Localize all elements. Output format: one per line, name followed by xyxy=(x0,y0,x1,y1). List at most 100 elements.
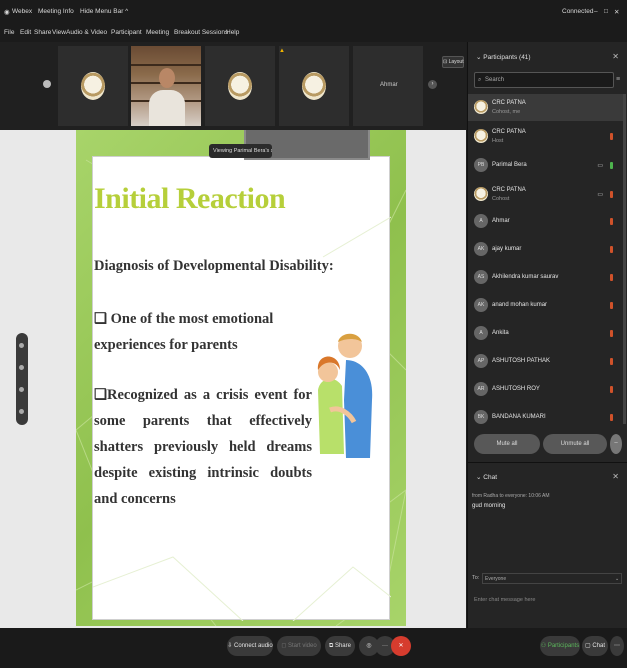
participant-name: CRC PATNA xyxy=(492,129,526,135)
search-icon: ⌕ xyxy=(478,77,482,83)
participant-row[interactable]: PB Parimal Bera ▭ xyxy=(468,152,623,179)
connect-audio-label: Connect audio xyxy=(234,643,273,649)
title-bar: ◉ Webex Meeting Info Hide Menu Bar ^ Con… xyxy=(0,0,627,26)
participant-role: Cohost xyxy=(492,196,510,202)
participant-row[interactable]: A Ahmar xyxy=(468,208,623,235)
participant-row[interactable]: CRC PATNA Cohost, me xyxy=(468,94,623,121)
mic-muted-icon[interactable] xyxy=(610,246,613,253)
participant-row[interactable]: CRC PATNA Host xyxy=(468,123,623,150)
crc-logo-icon xyxy=(228,72,252,100)
mic-muted-icon[interactable] xyxy=(610,191,613,198)
sort-icon[interactable]: ≡ xyxy=(616,76,620,83)
chat-to-label: To: xyxy=(472,575,480,581)
close-participants-icon[interactable]: ✕ xyxy=(612,52,619,61)
participants-search-input[interactable]: ⌕ Search xyxy=(474,72,614,88)
share-label: Share xyxy=(334,643,351,649)
mic-muted-icon[interactable] xyxy=(610,358,613,365)
video-tile[interactable] xyxy=(205,46,275,126)
menu-view[interactable]: View xyxy=(52,29,66,36)
video-tile[interactable]: ▲ xyxy=(279,46,349,126)
participants-header[interactable]: ⌄ Participants (41) xyxy=(476,53,531,61)
participants-scrollbar[interactable] xyxy=(623,94,626,424)
close-window-button[interactable]: ✕ xyxy=(614,8,619,16)
avatar xyxy=(474,187,488,201)
mute-all-button[interactable]: Mute all xyxy=(474,434,540,454)
chat-header[interactable]: ⌄ Chat xyxy=(476,473,497,481)
avatar xyxy=(474,100,488,114)
maximize-button[interactable]: □ xyxy=(604,8,608,15)
slide-title: Initial Reaction xyxy=(94,182,286,215)
slide-subtitle: Diagnosis of Developmental Disability: xyxy=(94,258,334,274)
participants-toggle-button[interactable]: ⚇ Participants xyxy=(540,636,580,656)
menu-edit[interactable]: Edit xyxy=(20,29,31,36)
video-tile[interactable] xyxy=(58,46,128,126)
mic-muted-icon[interactable] xyxy=(610,274,613,281)
crc-logo-icon xyxy=(302,72,326,100)
participant-name: Parimal Bera xyxy=(492,162,527,168)
avatar: AS xyxy=(474,270,488,284)
leave-meeting-icon[interactable]: ✕ xyxy=(391,636,411,656)
warning-icon: ▲ xyxy=(279,48,285,54)
menu-share[interactable]: Share xyxy=(34,29,51,36)
chat-recipient-select[interactable]: Everyone ⌄ xyxy=(482,573,622,584)
start-video-button[interactable]: ◻ Start video xyxy=(277,636,321,656)
meeting-info-button[interactable]: Meeting Info xyxy=(38,8,74,15)
participant-row[interactable]: AK anand mohan kumar xyxy=(468,292,623,319)
menu-bar: File Edit Share View Audio & Video Parti… xyxy=(0,26,627,42)
side-control-dot[interactable] xyxy=(19,365,24,370)
strip-scroll-left-button[interactable] xyxy=(43,80,51,88)
side-control-dot[interactable] xyxy=(19,387,24,392)
webex-logo-icon: ◉ xyxy=(4,9,10,16)
participant-row[interactable]: CRC PATNA Cohost ▭ xyxy=(468,181,623,208)
mic-muted-icon[interactable] xyxy=(610,386,613,393)
menu-help[interactable]: Help xyxy=(226,29,239,36)
avatar: PB xyxy=(474,158,488,172)
hide-menu-bar-button[interactable]: Hide Menu Bar ^ xyxy=(80,8,128,15)
more-panels-icon[interactable]: ⋯ xyxy=(610,636,624,656)
menu-participant[interactable]: Participant xyxy=(111,29,142,36)
strip-scroll-right-button[interactable]: › xyxy=(428,80,437,89)
unmute-all-button[interactable]: Unmute all xyxy=(543,434,607,454)
menu-meeting[interactable]: Meeting xyxy=(146,29,169,36)
mic-muted-icon[interactable] xyxy=(610,218,613,225)
video-tile-name[interactable]: Ahmar xyxy=(353,46,423,126)
participant-name: ASHUTOSH PATHAK xyxy=(492,358,551,364)
participant-name: anand mohan kumar xyxy=(492,302,548,308)
participant-row[interactable]: A Ankita xyxy=(468,320,623,347)
chat-toggle-button[interactable]: ▢ Chat xyxy=(582,636,608,656)
participant-row[interactable]: AK ajay kumar xyxy=(468,236,623,263)
mic-muted-icon[interactable] xyxy=(610,133,613,140)
close-chat-icon[interactable]: ✕ xyxy=(612,472,619,481)
participant-row[interactable]: BK BANDANA KUMARI xyxy=(468,404,623,431)
participant-row[interactable]: AP ASHUTOSH PATHAK xyxy=(468,348,623,375)
mic-muted-icon[interactable] xyxy=(610,330,613,337)
participant-row[interactable]: AR ASHUTOSH ROY xyxy=(468,376,623,403)
participant-name: Akhilendra kumar saurav xyxy=(492,274,559,280)
participants-header-label: Participants (41) xyxy=(483,54,531,61)
share-button[interactable]: ⧉ Share xyxy=(325,636,355,656)
menu-breakout-sessions[interactable]: Breakout Sessions xyxy=(174,29,228,36)
more-options-icon[interactable]: – xyxy=(610,434,622,454)
chat-toggle-label: Chat xyxy=(592,643,606,649)
viewing-tooltip: Viewing Parimal Bera's scre... xyxy=(209,144,272,158)
mic-muted-icon[interactable] xyxy=(610,302,613,309)
layout-label: Layout xyxy=(448,59,464,65)
app-title: Webex xyxy=(12,8,33,15)
connection-status[interactable]: Connected xyxy=(562,8,593,15)
mic-on-icon[interactable] xyxy=(610,162,613,169)
connect-audio-button[interactable]: ⇩ Connect audio xyxy=(227,636,273,656)
layout-button[interactable]: ⊡ Layout xyxy=(442,56,464,68)
minimize-button[interactable]: – xyxy=(594,8,598,15)
video-tile-active-speaker[interactable] xyxy=(131,46,201,126)
mic-muted-icon[interactable] xyxy=(610,414,613,421)
share-icon: ▭ xyxy=(597,192,603,198)
side-control-dot[interactable] xyxy=(19,409,24,414)
side-control-dot[interactable] xyxy=(19,343,24,348)
participant-row[interactable]: AS Akhilendra kumar saurav xyxy=(468,264,623,291)
menu-file[interactable]: File xyxy=(4,29,14,36)
share-side-controls[interactable] xyxy=(16,333,28,425)
slide-bullet-1: ❑ One of the most emotional experiences … xyxy=(94,311,274,353)
participant-name: BANDANA KUMARI xyxy=(492,414,546,420)
menu-audio-video[interactable]: Audio & Video xyxy=(66,29,107,36)
chat-input[interactable]: Enter chat message here xyxy=(472,589,620,619)
